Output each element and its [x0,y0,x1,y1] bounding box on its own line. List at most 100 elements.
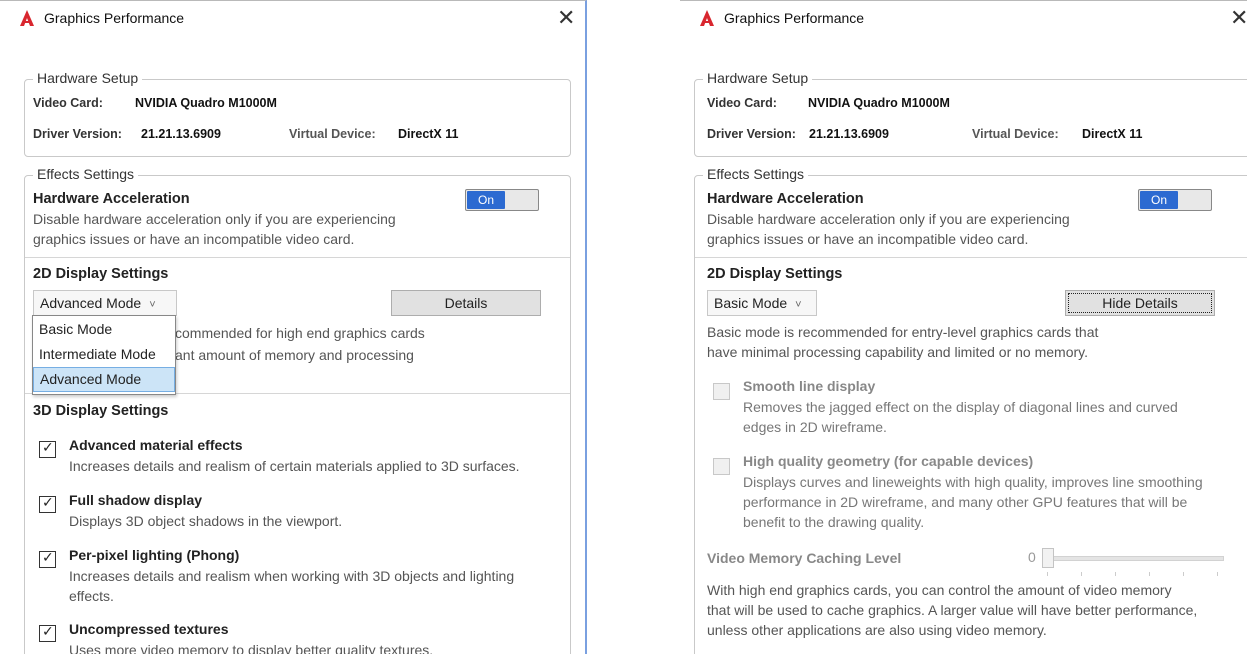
mode-desc: have minimal processing capability and l… [707,344,1089,360]
option-title: Per-pixel lighting (Phong) [69,547,240,563]
option-desc: effects. [69,588,114,604]
video-memory-caching-value: 0 [1028,549,1036,565]
virtual-device-label: Virtual Device: [289,127,376,141]
dropdown-option-advanced-mode[interactable]: Advanced Mode [33,367,175,392]
per-pixel-lighting-checkbox[interactable]: ✓ [39,549,56,568]
toggle-on-label: On [1140,191,1178,209]
graphics-performance-dialog-right: Graphics Performance ✕ Hardware Setup Vi… [680,0,1247,654]
driver-version-value: 21.21.13.6909 [809,127,889,141]
advanced-material-effects-checkbox[interactable]: ✓ [39,439,56,458]
divider [695,257,1247,258]
slider-tick [1183,572,1184,576]
option-desc: edges in 2D wireframe. [743,419,887,435]
video-card-value: NVIDIA Quadro M1000M [808,96,950,110]
checkmark-icon: ✓ [42,623,54,639]
video-card-label: Video Card: [33,96,103,110]
option-desc: Uses more video memory to display better… [69,642,434,654]
video-memory-caching-slider-thumb[interactable] [1042,548,1054,568]
2d-mode-dropdown-list: Basic Mode Intermediate Mode Advanced Mo… [32,315,176,395]
video-memory-caching-title: Video Memory Caching Level [707,550,902,566]
2d-display-settings-title: 2D Display Settings [707,266,843,282]
separator-gap [587,0,680,653]
video-memory-caching-desc: With high end graphics cards, you can co… [707,582,1172,598]
mode-desc: ant amount of memory and processing [175,347,414,363]
video-memory-caching-desc: unless other applications are also using… [707,622,1047,638]
2d-display-settings-title: 2D Display Settings [33,266,169,282]
option-desc: performance in 2D wireframe, and many ot… [743,494,1188,510]
full-shadow-display-checkbox[interactable]: ✓ [39,494,56,513]
option-title: Smooth line display [743,378,876,394]
option-desc: Increases details and realism of certain… [69,458,520,474]
mode-desc: Basic mode is recommended for entry-leve… [707,324,1099,340]
slider-tick [1149,572,1150,576]
checkmark-icon: ✓ [42,549,54,565]
option-desc: Increases details and realism when worki… [69,568,515,584]
3d-display-settings-title: 3D Display Settings [33,403,169,419]
hardware-acceleration-title: Hardware Acceleration [707,191,864,207]
hardware-setup-group: Hardware Setup Video Card: NVIDIA Quadro… [24,70,571,157]
2d-mode-select[interactable]: Advanced Mode ˅ [33,290,177,316]
chevron-down-icon: ˅ [795,299,802,311]
option-title: Full shadow display [69,492,203,508]
chevron-down-icon: ˅ [149,299,156,311]
group-legend: Hardware Setup [703,70,813,86]
driver-version-label: Driver Version: [33,127,122,141]
driver-version-value: 21.21.13.6909 [141,127,221,141]
checkmark-icon: ✓ [42,494,54,510]
group-legend: Effects Settings [703,166,809,182]
divider [25,257,570,258]
title-bar: Graphics Performance ✕ [680,1,1247,35]
virtual-device-label: Virtual Device: [972,127,1059,141]
option-desc: Displays 3D object shadows in the viewpo… [69,513,343,529]
toggle-on-label: On [467,191,505,209]
video-card-value: NVIDIA Quadro M1000M [135,96,277,110]
hardware-acceleration-desc: Disable hardware acceleration only if yo… [33,211,396,227]
close-icon[interactable]: ✕ [557,5,575,31]
option-title: Advanced material effects [69,437,243,453]
video-memory-caching-desc: that will be used to cache graphics. A l… [707,602,1198,618]
hardware-acceleration-toggle[interactable]: On [465,189,539,211]
smooth-line-display-checkbox[interactable] [713,383,730,400]
graphics-performance-dialog-left: Graphics Performance ✕ Hardware Setup Vi… [0,0,587,654]
dropdown-option-basic-mode[interactable]: Basic Mode [33,317,175,342]
details-button[interactable]: Details [391,290,541,316]
virtual-device-value: DirectX 11 [398,127,459,141]
dialog-title: Graphics Performance [724,10,865,26]
high-quality-geometry-checkbox[interactable] [713,458,730,475]
option-title: Uncompressed textures [69,621,229,637]
mode-desc: commended for high end graphics cards [175,325,425,341]
button-label: Hide Details [1102,295,1178,311]
effects-settings-group: Effects Settings Hardware Acceleration D… [24,166,571,654]
group-legend: Effects Settings [33,166,139,182]
option-desc: Removes the jagged effect on the display… [743,399,1178,415]
virtual-device-value: DirectX 11 [1082,127,1143,141]
hardware-acceleration-toggle[interactable]: On [1138,189,1212,211]
video-memory-caching-slider-track [1042,556,1224,561]
slider-tick [1081,572,1082,576]
video-card-label: Video Card: [707,96,777,110]
hardware-acceleration-desc: graphics issues or have an incompatible … [707,231,1029,247]
effects-settings-group: Effects Settings Hardware Acceleration D… [694,166,1247,654]
driver-version-label: Driver Version: [707,127,796,141]
group-legend: Hardware Setup [33,70,143,86]
select-value: Advanced Mode [40,295,142,311]
hardware-setup-group: Hardware Setup Video Card: NVIDIA Quadro… [694,70,1247,157]
uncompressed-textures-checkbox[interactable]: ✓ [39,623,56,642]
checkmark-icon: ✓ [42,439,54,455]
select-value: Basic Mode [714,295,788,311]
slider-tick [1217,572,1218,576]
option-desc: Displays curves and lineweights with hig… [743,474,1203,490]
autocad-logo-icon [700,10,714,26]
slider-tick [1115,572,1116,576]
dropdown-option-intermediate-mode[interactable]: Intermediate Mode [33,342,175,367]
hide-details-button[interactable]: Hide Details [1065,290,1215,316]
option-desc: benefit to the drawing quality. [743,514,925,530]
2d-mode-select[interactable]: Basic Mode ˅ [707,290,817,316]
slider-tick [1047,572,1048,576]
dialog-title: Graphics Performance [44,10,185,26]
autocad-logo-icon [20,10,34,26]
hardware-acceleration-title: Hardware Acceleration [33,191,190,207]
option-title: High quality geometry (for capable devic… [743,453,1034,469]
title-bar: Graphics Performance ✕ [0,1,585,35]
close-icon[interactable]: ✕ [1230,5,1247,31]
